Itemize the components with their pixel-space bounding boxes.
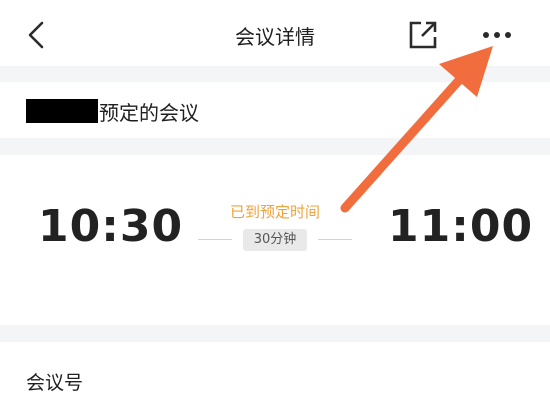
- duration-badge: 30分钟: [243, 229, 307, 251]
- meeting-title-card: 预定的会议: [0, 82, 550, 138]
- more-horizontal-icon[interactable]: [480, 22, 514, 48]
- external-share-icon[interactable]: [408, 20, 438, 50]
- meeting-number-card: 会议号: [0, 342, 550, 412]
- header-bar: 会议详情: [0, 0, 550, 66]
- page-title: 会议详情: [235, 25, 315, 49]
- meeting-title-text: 预定的会议: [99, 101, 199, 125]
- meeting-number-label: 会议号: [26, 372, 84, 394]
- redacted-organizer-name: [26, 99, 98, 123]
- duration-divider-right: [318, 239, 352, 240]
- end-time: 11:00: [388, 201, 534, 252]
- duration-divider-left: [198, 239, 232, 240]
- meeting-time-card: 10:30 已到预定时间 30分钟 11:00: [0, 155, 550, 325]
